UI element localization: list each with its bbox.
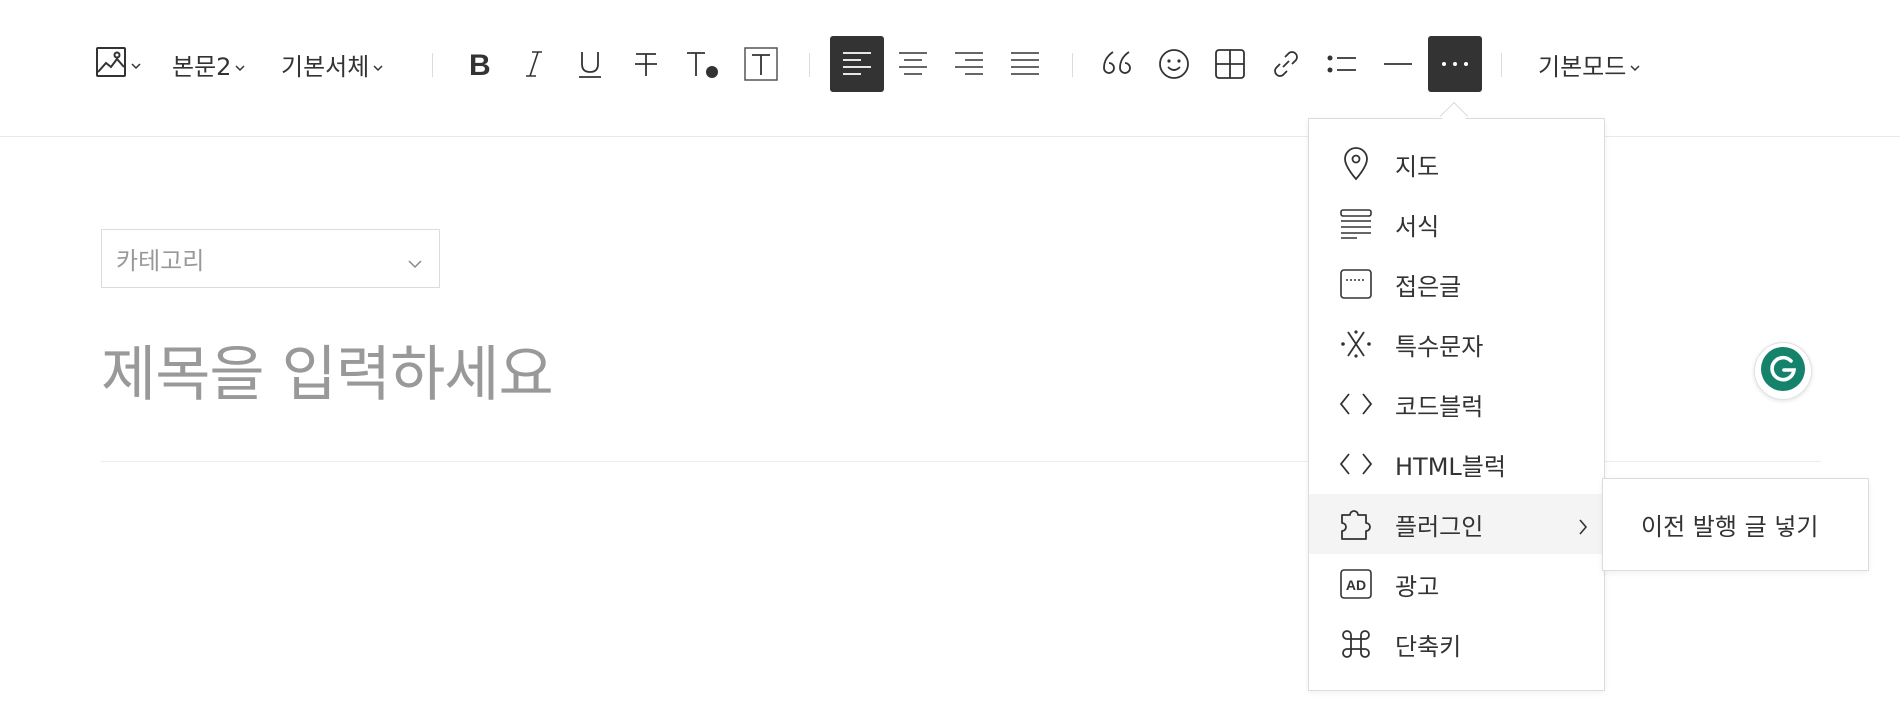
chevron-down-icon bbox=[407, 248, 423, 276]
menu-item-shortcuts[interactable]: 단축키 bbox=[1309, 614, 1604, 674]
link-button[interactable] bbox=[1259, 36, 1313, 92]
chevron-down-icon bbox=[1630, 50, 1640, 78]
chevron-down-icon bbox=[131, 55, 141, 74]
menu-item-plugin[interactable]: 플러그인 bbox=[1309, 494, 1604, 554]
code-icon bbox=[1339, 387, 1373, 421]
svg-text:B: B bbox=[469, 49, 491, 79]
submenu-item-insert-previous-post[interactable]: 이전 발행 글 넣기 bbox=[1641, 507, 1818, 542]
ad-icon: AD bbox=[1339, 567, 1373, 601]
strikethrough-button[interactable] bbox=[619, 36, 673, 92]
text-color-button[interactable] bbox=[675, 36, 729, 92]
italic-button[interactable] bbox=[507, 36, 561, 92]
align-justify-icon bbox=[1010, 50, 1040, 78]
quote-button[interactable] bbox=[1091, 36, 1145, 92]
plugin-icon bbox=[1339, 507, 1373, 541]
plugin-submenu: 이전 발행 글 넣기 bbox=[1602, 478, 1869, 571]
menu-item-label: 지도 bbox=[1395, 152, 1440, 181]
align-left-icon bbox=[842, 50, 872, 78]
table-button[interactable] bbox=[1203, 36, 1257, 92]
editor-toolbar: 본문2 기본서체 B 기본모드 bbox=[0, 0, 1900, 137]
fold-text-icon bbox=[1339, 267, 1373, 301]
menu-item-template[interactable]: 서식 bbox=[1309, 194, 1604, 254]
align-right-icon bbox=[954, 50, 984, 78]
bold-button[interactable]: B bbox=[452, 36, 506, 92]
template-icon bbox=[1339, 207, 1373, 241]
horizontal-rule-icon bbox=[1383, 59, 1413, 69]
align-justify-button[interactable] bbox=[998, 36, 1052, 92]
font-family-dropdown[interactable]: 기본서체 bbox=[281, 36, 383, 92]
map-pin-icon bbox=[1339, 147, 1373, 181]
category-placeholder: 카테고리 bbox=[116, 247, 205, 275]
menu-item-label: 단축키 bbox=[1395, 632, 1462, 661]
chevron-down-icon bbox=[373, 50, 383, 78]
category-select[interactable]: 카테고리 bbox=[101, 229, 440, 288]
list-icon bbox=[1326, 50, 1358, 78]
grammarly-icon bbox=[1760, 346, 1806, 396]
menu-item-fold-text[interactable]: 접은글 bbox=[1309, 254, 1604, 314]
quote-icon bbox=[1101, 50, 1135, 78]
editor-mode-dropdown[interactable]: 기본모드 bbox=[1538, 36, 1640, 92]
italic-icon bbox=[524, 49, 544, 79]
menu-item-map[interactable]: 지도 bbox=[1309, 134, 1604, 194]
toolbar-divider bbox=[809, 53, 810, 77]
toolbar-divider bbox=[432, 53, 433, 77]
menu-item-ad[interactable]: AD 광고 bbox=[1309, 554, 1604, 614]
more-icon bbox=[1440, 60, 1470, 68]
font-family-label: 기본서체 bbox=[281, 52, 370, 81]
paragraph-style-label: 본문2 bbox=[172, 52, 232, 81]
emoji-icon bbox=[1158, 48, 1190, 80]
more-button[interactable] bbox=[1428, 36, 1482, 92]
paragraph-style-dropdown[interactable]: 본문2 bbox=[172, 36, 245, 92]
align-center-button[interactable] bbox=[886, 36, 940, 92]
chevron-right-icon bbox=[1578, 514, 1588, 542]
menu-item-label: HTML블럭 bbox=[1395, 452, 1506, 481]
menu-item-label: 광고 bbox=[1395, 572, 1440, 601]
horizontal-rule-button[interactable] bbox=[1371, 36, 1425, 92]
chevron-down-icon bbox=[235, 50, 245, 78]
underline-button[interactable] bbox=[563, 36, 617, 92]
emoji-button[interactable] bbox=[1147, 36, 1201, 92]
menu-item-label: 접은글 bbox=[1395, 272, 1462, 301]
text-color-icon bbox=[684, 48, 720, 80]
special-char-icon bbox=[1339, 327, 1373, 361]
menu-item-html-block[interactable]: HTML블럭 bbox=[1309, 434, 1604, 494]
strikethrough-icon bbox=[633, 49, 659, 79]
align-right-button[interactable] bbox=[942, 36, 996, 92]
menu-item-label: 플러그인 bbox=[1395, 512, 1484, 541]
text-background-icon bbox=[744, 47, 778, 81]
toolbar-divider bbox=[1501, 53, 1502, 77]
table-icon bbox=[1214, 48, 1246, 80]
html-code-icon bbox=[1339, 447, 1373, 481]
menu-item-code-block[interactable]: 코드블럭 bbox=[1309, 374, 1604, 434]
grammarly-button[interactable] bbox=[1754, 342, 1812, 400]
menu-item-special-characters[interactable]: 특수문자 bbox=[1309, 314, 1604, 374]
align-center-icon bbox=[898, 50, 928, 78]
svg-text:AD: AD bbox=[1346, 577, 1366, 593]
menu-item-label: 코드블럭 bbox=[1395, 392, 1484, 421]
image-icon bbox=[95, 46, 127, 82]
bold-icon: B bbox=[466, 49, 492, 79]
underline-icon bbox=[577, 49, 603, 79]
more-menu: 지도 서식 접은글 특수문자 코드블럭 HTML블럭 플러그인 AD 광고 단축… bbox=[1308, 118, 1605, 691]
text-background-button[interactable] bbox=[734, 36, 788, 92]
list-button[interactable] bbox=[1315, 36, 1369, 92]
insert-image-button[interactable] bbox=[90, 36, 146, 92]
title-input[interactable]: 제목을 입력하세요 bbox=[101, 326, 554, 413]
align-left-button[interactable] bbox=[830, 36, 884, 92]
link-icon bbox=[1270, 48, 1302, 80]
editor-mode-label: 기본모드 bbox=[1538, 52, 1627, 81]
toolbar-divider bbox=[1072, 53, 1073, 77]
menu-item-label: 특수문자 bbox=[1395, 332, 1484, 361]
menu-item-label: 서식 bbox=[1395, 212, 1440, 241]
command-icon bbox=[1339, 627, 1373, 661]
